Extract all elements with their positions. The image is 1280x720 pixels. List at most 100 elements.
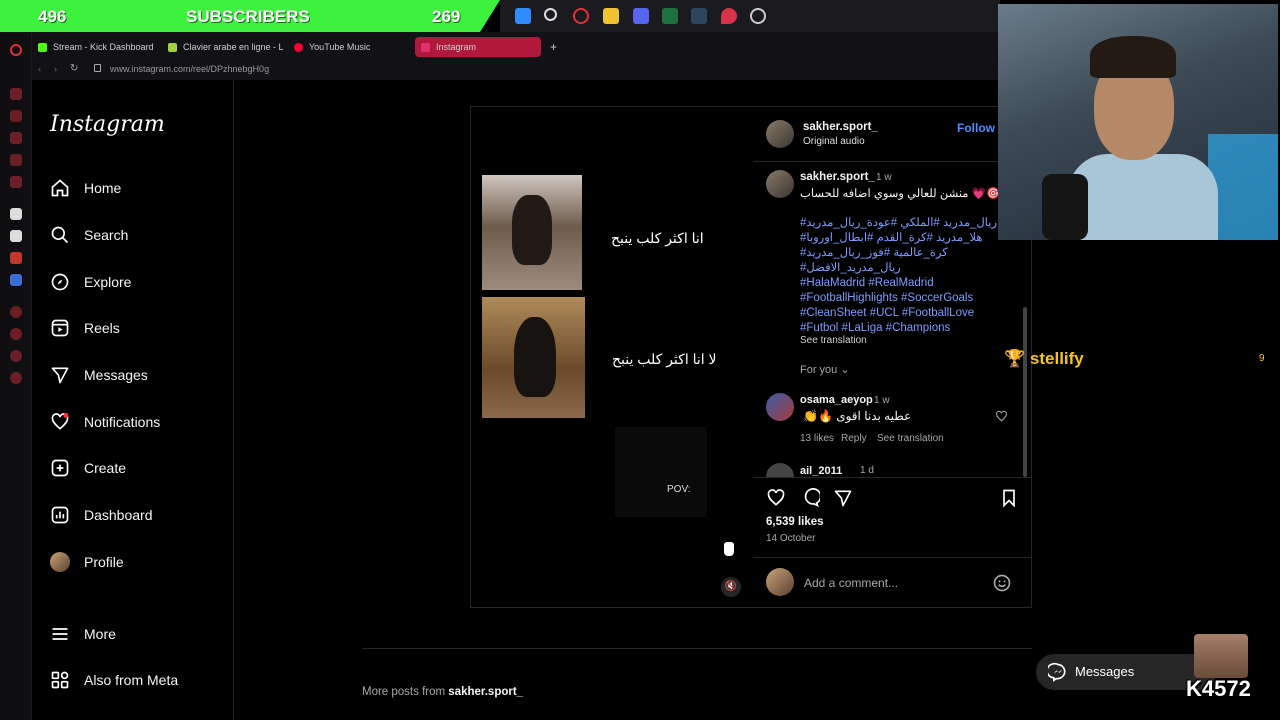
chevron-down-icon: ⌄ xyxy=(840,364,850,376)
windows-start-icon[interactable] xyxy=(515,8,531,24)
for-you-dropdown[interactable]: For you ⌄ xyxy=(800,363,850,376)
for-you-label: For you xyxy=(800,364,838,376)
avatar[interactable] xyxy=(766,463,794,477)
avatar[interactable] xyxy=(766,170,794,198)
nav-messages[interactable]: Messages xyxy=(50,365,148,385)
avatar[interactable] xyxy=(766,393,794,421)
sidebar-app-icon[interactable] xyxy=(10,110,22,122)
bookmark-icon[interactable] xyxy=(999,488,1019,508)
nav-label: Messages xyxy=(84,367,148,383)
nav-explore[interactable]: Explore xyxy=(50,272,131,292)
reel-video[interactable]: انا اكثر كلب ينبح لا انا اكثر كلب ينبح P… xyxy=(471,107,753,607)
hashtag-line[interactable]: #ريال_مدريد_الافضل xyxy=(800,261,1000,276)
like-heart-icon[interactable] xyxy=(766,488,786,508)
avatar[interactable] xyxy=(766,120,794,148)
see-translation-link[interactable]: See translation xyxy=(800,335,867,346)
mute-icon[interactable]: 🔇 xyxy=(721,577,741,597)
tab-youtube-music[interactable]: YouTube Music xyxy=(288,37,408,57)
sidebar-app-icon[interactable] xyxy=(10,306,22,318)
audio-label[interactable]: Original audio xyxy=(803,136,865,147)
history-icon[interactable] xyxy=(10,328,22,340)
tab-instagram[interactable]: Instagram xyxy=(415,37,541,57)
comment-see-translation[interactable]: See translation xyxy=(877,433,944,444)
nav-create[interactable]: Create xyxy=(50,458,126,478)
comment-username[interactable]: ail_2011 xyxy=(800,465,842,477)
forward-icon[interactable]: › xyxy=(54,64,57,74)
comment-likes[interactable]: 13 likes xyxy=(800,433,834,444)
sidebar-app-icon[interactable] xyxy=(10,176,22,188)
comment-icon[interactable] xyxy=(800,488,820,508)
post-username[interactable]: sakher.sport_ xyxy=(803,121,878,133)
share-icon[interactable] xyxy=(833,488,853,508)
hashtag-line[interactable]: #كرة_عالمية #فوز_ريال_مدريد xyxy=(800,246,1000,261)
nav-label: Explore xyxy=(84,274,132,290)
x-icon[interactable] xyxy=(10,230,22,242)
instagram-logo[interactable]: Instagram xyxy=(50,112,165,137)
address-bar: ‹ › ↻ www.instagram.com/reel/DPzhnebgH0g xyxy=(32,60,1000,80)
nav-reels[interactable]: Reels xyxy=(50,318,120,338)
hashtag-line[interactable]: #ريال_مدريد #الملكي #عودة_ريال_مدريد xyxy=(800,216,1000,231)
app-icon[interactable] xyxy=(662,8,678,24)
folder-icon[interactable] xyxy=(603,8,619,24)
sidebar-app-icon[interactable] xyxy=(10,350,22,362)
video-caption-2: لا انا اكثر كلب ينبح xyxy=(612,351,717,367)
aria-icon[interactable] xyxy=(10,208,22,220)
discord-icon[interactable] xyxy=(633,8,649,24)
like-comment-heart-icon[interactable] xyxy=(995,410,1008,423)
divider xyxy=(753,477,1031,478)
location-icon[interactable] xyxy=(721,8,737,24)
nav-more[interactable]: More xyxy=(50,624,116,644)
tab-label: Clavier arabe en ligne - L xyxy=(183,42,284,52)
likes-count[interactable]: 6,539 likes xyxy=(766,516,824,528)
nav-notifications[interactable]: Notifications xyxy=(50,412,160,432)
nav-home[interactable]: Home xyxy=(50,178,121,198)
sidebar-app-icon[interactable] xyxy=(10,132,22,144)
url-field[interactable]: www.instagram.com/reel/DPzhnebgH0g xyxy=(110,64,269,74)
more-posts-prefix: More posts from xyxy=(362,686,446,698)
comment-username[interactable]: osama_aeyop xyxy=(800,394,873,406)
scrollbar[interactable] xyxy=(1023,307,1027,477)
compass-icon xyxy=(51,273,69,291)
follow-button[interactable]: Follow xyxy=(957,121,995,135)
hashtag-line[interactable]: #CleanSheet #UCL #FootballLove xyxy=(800,306,1000,321)
steam-icon[interactable] xyxy=(691,8,707,24)
nav-label: Also from Meta xyxy=(84,672,179,688)
settings-icon[interactable] xyxy=(10,372,22,384)
sidebar-app-icon[interactable] xyxy=(10,274,22,286)
nav-search[interactable]: Search xyxy=(50,225,128,245)
menu-icon xyxy=(52,628,68,640)
hashtag-line[interactable]: #Futbol #LaLiga #Champions xyxy=(800,321,1000,336)
sidebar-app-icon[interactable] xyxy=(10,88,22,100)
more-posts-username[interactable]: sakher.sport_ xyxy=(448,686,523,698)
avatar xyxy=(766,568,794,596)
stellify-count: 9 xyxy=(1259,353,1265,364)
back-icon[interactable]: ‹ xyxy=(38,64,41,74)
search-icon[interactable] xyxy=(544,8,557,21)
hashtag-line[interactable]: #FootballHighlights #SoccerGoals xyxy=(800,291,1000,306)
settings-icon[interactable] xyxy=(750,8,766,24)
pov-label: POV: xyxy=(667,484,691,495)
emoji-icon[interactable] xyxy=(992,573,1012,593)
hashtag-line[interactable]: #HalaMadrid #RealMadrid xyxy=(800,276,1000,291)
add-comment-input[interactable]: Add a comment... xyxy=(804,576,898,590)
hashtag-line[interactable]: #هلا_مدريد #كرة_القدم #ابطال_اوروبا xyxy=(800,231,1000,246)
messenger-icon xyxy=(1048,662,1066,682)
reload-icon[interactable]: ↻ xyxy=(70,63,78,74)
nav-dashboard[interactable]: Dashboard xyxy=(50,505,153,525)
subs-right-count: 269 xyxy=(432,7,461,26)
dark-frame xyxy=(615,427,707,517)
new-tab-button[interactable]: + xyxy=(544,37,560,57)
comment-time: 1 w xyxy=(874,395,890,406)
sidebar-app-icon[interactable] xyxy=(10,154,22,166)
caption-username[interactable]: sakher.sport_ xyxy=(800,171,875,183)
tab-kick[interactable]: Stream - Kick Dashboard xyxy=(32,37,162,57)
nav-label: Reels xyxy=(84,320,120,336)
heart-icon xyxy=(51,412,69,430)
nav-also-from-meta[interactable]: Also from Meta xyxy=(50,670,178,690)
opera-logo-icon[interactable] xyxy=(10,44,22,56)
tab-clavier[interactable]: Clavier arabe en ligne - L xyxy=(162,37,292,57)
opera-icon[interactable] xyxy=(573,8,589,24)
reply-button[interactable]: Reply xyxy=(841,433,867,444)
sidebar-app-icon[interactable] xyxy=(10,252,22,264)
nav-profile[interactable]: Profile xyxy=(50,552,124,572)
